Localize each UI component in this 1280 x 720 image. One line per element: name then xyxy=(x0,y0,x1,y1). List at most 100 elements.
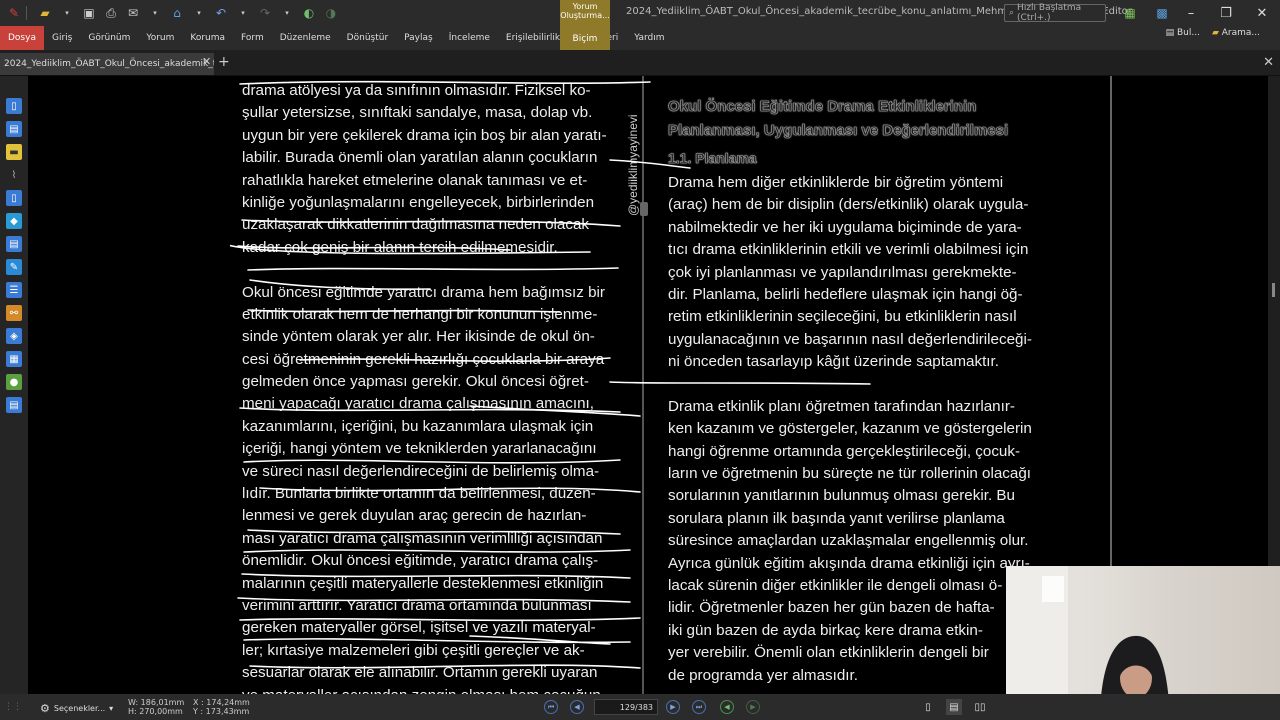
redo-icon[interactable]: ↷ xyxy=(257,5,273,21)
signatures-icon[interactable]: ✎ xyxy=(6,259,22,275)
text-line: lidir. Öğretmenler bazen her gün bazen d… xyxy=(668,599,995,617)
toolbar-divider xyxy=(26,6,27,20)
globe-icon[interactable]: ● xyxy=(6,374,22,390)
text-line: gereken materyaller görsel, işitsel ve y… xyxy=(242,619,596,637)
context-tab-group[interactable]: Yorum Oluşturma... Biçim xyxy=(560,0,610,50)
minimize-button[interactable]: – xyxy=(1181,4,1201,22)
text-line: sinde yöntem olarak yer alır. Her ikisin… xyxy=(242,328,595,346)
dropdown-arrow-icon[interactable]: ▾ xyxy=(279,5,295,21)
layers-icon[interactable]: ◆ xyxy=(6,213,22,229)
dropdown-arrow-icon[interactable]: ▾ xyxy=(191,5,207,21)
facing-view-icon[interactable]: ▯▯ xyxy=(972,699,988,715)
text-line: içeriği, hangi yöntem ve tekniklerden ya… xyxy=(242,440,597,458)
tab-yorum[interactable]: Yorum xyxy=(138,26,182,50)
tab-dosya[interactable]: Dosya xyxy=(0,26,44,50)
text-line: Drama etkinlik planı öğretmen tarafından… xyxy=(668,397,1015,415)
text-line: uygun bir yere çekilerek drama için boş … xyxy=(242,126,607,144)
scroll-marker-icon xyxy=(640,202,648,216)
close-panel-icon[interactable]: ✕ xyxy=(1263,55,1274,70)
scan-icon[interactable]: ⌂ xyxy=(169,5,185,21)
last-page-button[interactable]: ⏭ xyxy=(692,700,706,714)
print-icon[interactable]: ⎙ xyxy=(103,5,119,21)
tab-bicim[interactable]: Biçim xyxy=(573,34,598,44)
forward-view-button[interactable]: ▶ xyxy=(746,700,760,714)
previous-page-button[interactable]: ◀ xyxy=(570,700,584,714)
tab-form[interactable]: Form xyxy=(233,26,272,50)
tab-gorunum[interactable]: Görünüm xyxy=(80,26,138,50)
text-line: meni yapacağı yaratıcı drama çalışmasını… xyxy=(242,395,594,413)
text-line: de programda yer almasıdır. xyxy=(668,666,858,684)
title-bar: ✎ ▰ ▾ ▣ ⎙ ✉ ▾ ⌂ ▾ ↶ ▾ ↷ ▾ ◐ ◑ 2024_Yedii… xyxy=(0,0,1280,26)
document-icon[interactable]: ▯ xyxy=(6,190,22,206)
dropdown-arrow-icon[interactable]: ▾ xyxy=(235,5,251,21)
text-line: kadar çok geniş bir alanın tercih edilme… xyxy=(242,238,558,256)
maximize-button[interactable]: ❐ xyxy=(1216,4,1236,22)
forward-nav-icon[interactable]: ◑ xyxy=(323,5,339,21)
attachment-icon[interactable]: ⌇ xyxy=(6,167,22,183)
text-line: uygulanacağının ve başarının nasıl değer… xyxy=(668,330,1032,348)
open-folder-icon[interactable]: ▰ xyxy=(37,5,53,21)
text-line: retim etkinliklerinin seçileceğini, bu e… xyxy=(668,308,1017,326)
text-line xyxy=(668,374,1050,396)
text-line xyxy=(242,259,620,281)
tab-inceleme[interactable]: İnceleme xyxy=(441,26,498,50)
tab-erisilebilirlik[interactable]: Erişilebilirlik xyxy=(498,26,568,50)
structure-icon[interactable]: ☰ xyxy=(6,282,22,298)
text-line: ve materyaller açısından zengin olması h… xyxy=(242,685,620,694)
column-divider xyxy=(642,76,644,694)
page-icon[interactable]: ▯ xyxy=(6,98,22,114)
grid-icon[interactable]: ▩ xyxy=(1154,5,1170,21)
email-icon[interactable]: ✉ xyxy=(125,5,141,21)
content-icon[interactable]: ▦ xyxy=(6,351,22,367)
close-button[interactable]: ✕ xyxy=(1252,4,1272,22)
save-icon[interactable]: ▣ xyxy=(81,5,97,21)
document-tab[interactable]: 2024_Yediiklim_ÖABT_Okul_Öncesi_akademik… xyxy=(0,53,214,75)
page-height: H: 270,00mm xyxy=(128,707,183,716)
ribbon-right-tools: ▤ Bul... ▰ Arama... xyxy=(1166,28,1260,38)
dropdown-arrow-icon[interactable]: ▾ xyxy=(147,5,163,21)
page-number-input[interactable]: 129/383 xyxy=(594,699,658,715)
properties-icon[interactable]: ▤ xyxy=(6,397,22,413)
text-line: etkinlik olarak hem de herhangi bir konu… xyxy=(242,305,598,323)
scrollbar-thumb[interactable] xyxy=(1272,283,1275,297)
text-line: lıdır. Bunlarla birlikte ortamın da beli… xyxy=(242,485,596,503)
tab-duzenleme[interactable]: Düzenleme xyxy=(272,26,339,50)
single-page-view-icon[interactable]: ▯ xyxy=(920,699,936,715)
left-text-column: drama atölyesi ya da sınıfının olmasıdır… xyxy=(242,80,620,694)
pages-icon[interactable]: ▤ xyxy=(6,121,22,137)
options-button[interactable]: ⚙ Seçenekler... ▾ xyxy=(40,702,113,715)
undo-icon[interactable]: ↶ xyxy=(213,5,229,21)
fields-icon[interactable]: ▤ xyxy=(6,236,22,252)
search-button[interactable]: ▰ Arama... xyxy=(1212,28,1260,38)
tab-close-icon[interactable]: ✕ xyxy=(202,55,211,68)
back-nav-icon[interactable]: ◐ xyxy=(301,5,317,21)
search-label: Arama... xyxy=(1221,28,1260,38)
text-line: kinliğe yoğunlaşmalarını engelleyecek, b… xyxy=(242,193,595,211)
link-icon[interactable]: ⚯ xyxy=(6,305,22,321)
next-page-button[interactable]: ▶ xyxy=(666,700,680,714)
tab-giris[interactable]: Giriş xyxy=(44,26,80,50)
text-line: hangi öğrenme ortamında gerçekleştirilec… xyxy=(668,442,1021,460)
text-line: ken kazanım ve göstergeler, kazanım ve g… xyxy=(668,420,1032,438)
tag-icon[interactable]: ◈ xyxy=(6,328,22,344)
first-page-button[interactable]: ⏮ xyxy=(544,700,558,714)
back-view-button[interactable]: ◀ xyxy=(720,700,734,714)
quick-launch-search[interactable]: ⌕ Hızlı Başlatma (Ctrl+.) xyxy=(1004,3,1106,23)
text-line: ni önceden tasarlayıp kâğıt üzerinde sap… xyxy=(668,353,999,371)
tab-koruma[interactable]: Koruma xyxy=(182,26,233,50)
comment-icon[interactable]: ▬ xyxy=(6,144,22,160)
find-button[interactable]: ▤ Bul... xyxy=(1166,28,1200,38)
cursor-y: Y : 173,43mm xyxy=(193,707,250,716)
app-logo-icon: ✎ xyxy=(8,6,20,20)
dropdown-arrow-icon[interactable]: ▾ xyxy=(59,5,75,21)
text-line: sorularının yanıtlarının bulunmuş olması… xyxy=(668,487,1015,505)
new-tab-icon[interactable]: + xyxy=(218,54,230,70)
tab-donustur[interactable]: Dönüştür xyxy=(339,26,396,50)
section-heading-line-1: Okul Öncesi Eğitimde Drama Etkinliklerin… xyxy=(668,98,977,116)
continuous-view-icon[interactable]: ▤ xyxy=(946,699,962,715)
text-line: tıcı drama etkinliklerinin etkili ve ver… xyxy=(668,241,1029,259)
tab-yardim[interactable]: Yardım xyxy=(626,26,672,50)
tab-paylas[interactable]: Paylaş xyxy=(396,26,441,50)
text-line: (araç) hem de bir disiplin (ders/etkinli… xyxy=(668,196,1029,214)
layout-icon[interactable]: ▦ xyxy=(1122,5,1138,21)
